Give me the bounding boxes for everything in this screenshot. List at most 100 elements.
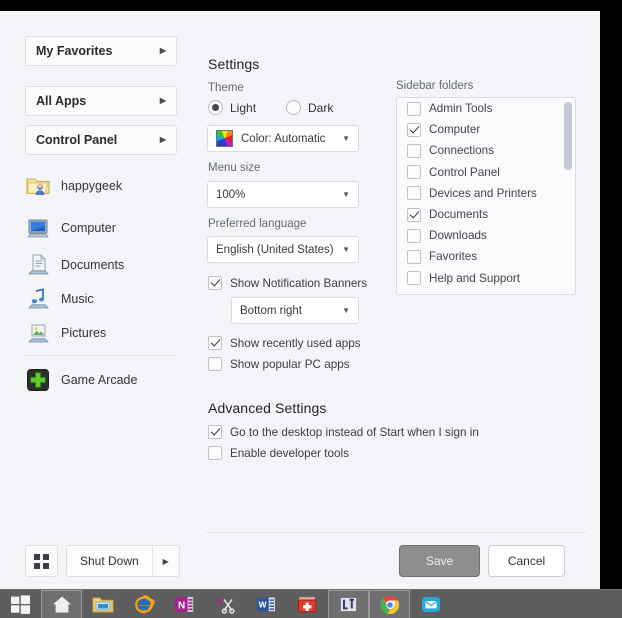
list-item[interactable]: Admin Tools <box>397 98 575 119</box>
checkbox-indicator[interactable] <box>208 425 222 439</box>
nav-button-label: Control Panel <box>36 133 118 147</box>
taskbar-google-chrome[interactable] <box>369 590 410 618</box>
color-wheel-icon <box>216 130 233 147</box>
start-menu-left-column: My Favorites ▶ All Apps ▶ Control Panel … <box>0 11 196 589</box>
checkbox-go-to-desktop[interactable]: Go to the desktop instead of Start when … <box>208 425 479 439</box>
checkbox-indicator[interactable] <box>407 207 421 222</box>
checkbox-indicator[interactable] <box>407 143 421 158</box>
list-item-label: Connections <box>429 144 494 158</box>
checkbox-show-notification-banners[interactable]: Show Notification Banners <box>208 276 367 290</box>
chevron-down-icon: ▼ <box>342 244 350 254</box>
taskbar-word[interactable]: W <box>246 590 287 618</box>
radio-light-indicator[interactable] <box>208 100 223 115</box>
caret-right-icon[interactable]: ▶ <box>153 546 179 576</box>
list-item[interactable]: Downloads <box>397 225 575 246</box>
pictures-icon <box>25 320 51 346</box>
preferred-language-label: Preferred language <box>208 218 307 230</box>
radio-dark[interactable]: Dark <box>286 100 333 115</box>
checkbox-indicator[interactable] <box>407 122 421 137</box>
taskbar-classic-start-home[interactable] <box>41 590 82 618</box>
shutdown-button[interactable]: Shut Down <box>67 546 152 576</box>
taskbar-onenote[interactable]: N <box>164 590 205 618</box>
notification-position-select[interactable]: Bottom right ▼ <box>231 297 359 324</box>
list-item[interactable]: Documents <box>397 204 575 225</box>
checkbox-indicator[interactable] <box>208 276 222 290</box>
shell-item-label: happygeek <box>61 178 123 193</box>
menu-size-select[interactable]: 100% ▼ <box>207 181 359 208</box>
cancel-button[interactable]: Cancel <box>488 545 565 577</box>
checkbox-indicator[interactable] <box>208 446 222 460</box>
shell-item-music[interactable]: Music <box>25 283 195 314</box>
list-item-label: Admin Tools <box>429 102 493 116</box>
svg-text:N: N <box>178 600 185 611</box>
footer-divider <box>206 532 586 533</box>
taskbar-snipping-tool[interactable]: N <box>205 590 246 618</box>
folder-icon <box>92 595 114 614</box>
radio-light-label: Light <box>230 100 257 115</box>
checkbox-indicator[interactable] <box>208 336 222 350</box>
game-arcade-icon <box>25 367 51 393</box>
list-item[interactable]: Control Panel <box>397 162 575 183</box>
color-select[interactable]: Color: Automatic ▼ <box>207 125 359 152</box>
taskbar: N N W <box>0 589 622 618</box>
cancel-button-label: Cancel <box>507 554 546 568</box>
snipping-tool-icon: N <box>215 595 237 614</box>
taskbar-mail[interactable] <box>410 590 451 618</box>
home-icon <box>52 595 72 614</box>
shell-item-label: Pictures <box>61 325 107 340</box>
list-item[interactable]: Help and Support <box>397 268 575 289</box>
taskbar-first-aid[interactable] <box>287 590 328 618</box>
checkbox-show-popular-pc-apps[interactable]: Show popular PC apps <box>208 357 350 371</box>
checkbox-indicator[interactable] <box>407 101 421 116</box>
checkbox-indicator[interactable] <box>407 186 421 201</box>
checkbox-indicator[interactable] <box>407 271 421 286</box>
scrollbar-thumb[interactable] <box>564 102 572 170</box>
notification-position-value: Bottom right <box>240 304 302 317</box>
mail-icon <box>421 595 441 614</box>
shell-item-game-arcade[interactable]: Game Arcade <box>25 364 195 395</box>
user-folder-icon <box>25 173 51 199</box>
taskbar-start-button[interactable] <box>0 590 41 618</box>
chevron-down-icon: ▼ <box>342 133 350 143</box>
theme-label: Theme <box>208 82 244 94</box>
shell-item-happygeek[interactable]: happygeek <box>25 170 195 201</box>
taskbar-internet-explorer[interactable] <box>123 590 164 618</box>
shutdown-button-group[interactable]: Shut Down ▶ <box>66 545 180 577</box>
sidebar-folders-listbox[interactable]: Admin Tools Computer Connections Control… <box>396 97 576 295</box>
internet-explorer-icon <box>133 594 155 614</box>
list-item-label: Favorites <box>429 250 478 264</box>
chevron-down-icon: ▼ <box>342 305 350 315</box>
checkbox-indicator[interactable] <box>407 228 421 243</box>
radio-dark-label: Dark <box>308 100 334 115</box>
save-button[interactable]: Save <box>399 545 480 577</box>
listbox-scrollbar[interactable] <box>564 102 572 292</box>
list-item[interactable]: Computer <box>397 119 575 140</box>
list-item[interactable]: Connections <box>397 140 575 161</box>
checkbox-indicator[interactable] <box>407 165 421 180</box>
save-button-label: Save <box>425 554 454 568</box>
nav-button-label: All Apps <box>36 94 87 108</box>
nav-button-control-panel[interactable]: Control Panel ▶ <box>25 125 177 155</box>
preferred-language-select[interactable]: English (United States) ▼ <box>207 236 359 263</box>
nav-button-my-favorites[interactable]: My Favorites ▶ <box>25 36 177 66</box>
shell-item-computer[interactable]: Computer <box>25 212 195 243</box>
taskbar-file-explorer[interactable] <box>82 590 123 618</box>
settings-pane: Settings Theme Light Dark Color: Automat… <box>196 11 600 589</box>
radio-dark-indicator[interactable] <box>286 100 301 115</box>
shell-item-documents[interactable]: Documents <box>25 249 195 280</box>
checkbox-enable-developer-tools[interactable]: Enable developer tools <box>208 446 349 460</box>
list-item[interactable]: Favorites <box>397 246 575 267</box>
shell-item-label: Computer <box>61 220 116 235</box>
list-item[interactable]: Devices and Printers <box>397 183 575 204</box>
list-item-label: Documents <box>429 208 489 222</box>
app-grid-button[interactable] <box>25 545 58 577</box>
checkbox-indicator[interactable] <box>208 357 222 371</box>
checkbox-show-recently-used-apps[interactable]: Show recently used apps <box>208 336 361 350</box>
taskbar-unknown-app[interactable] <box>328 590 369 618</box>
documents-icon <box>25 252 51 278</box>
onenote-icon: N <box>174 595 195 614</box>
radio-light[interactable]: Light <box>208 100 256 115</box>
checkbox-indicator[interactable] <box>407 249 421 264</box>
shell-item-pictures[interactable]: Pictures <box>25 317 195 348</box>
nav-button-all-apps[interactable]: All Apps ▶ <box>25 86 177 116</box>
